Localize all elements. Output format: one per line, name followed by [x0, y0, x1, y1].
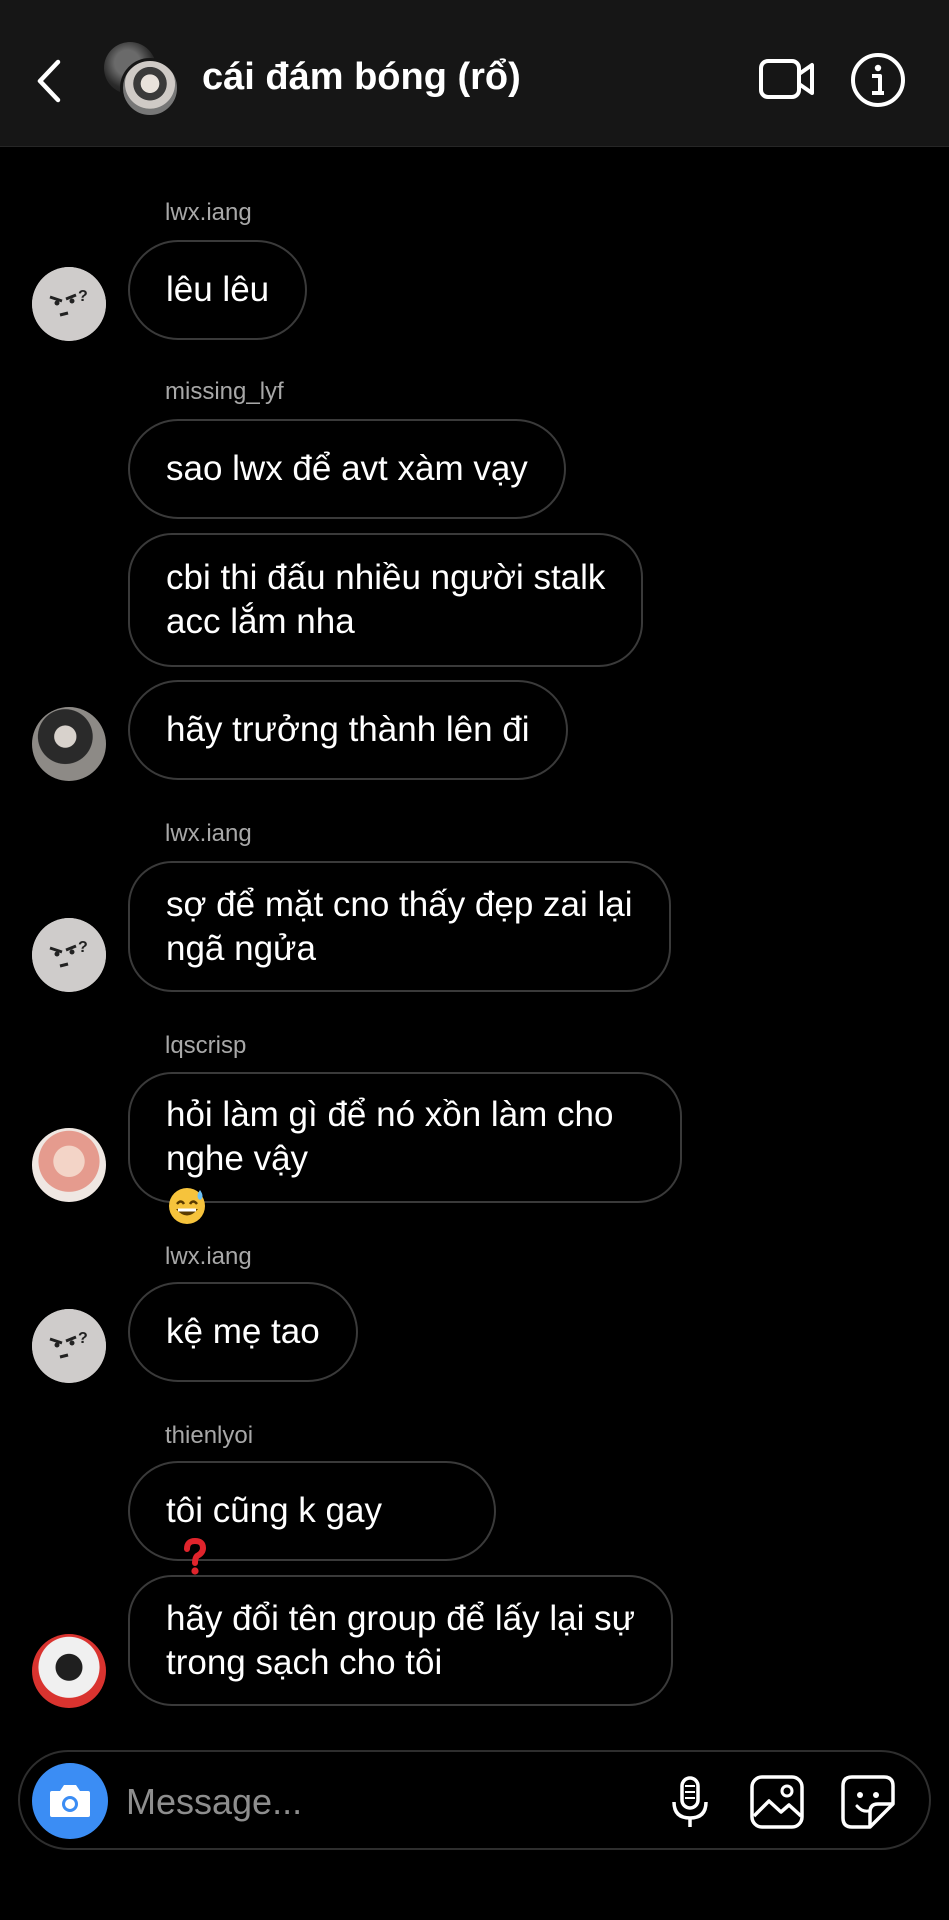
sender-name: lwx.iang — [165, 820, 252, 847]
message-text: cbi thi đấu nhiều người stalk acc lắm nh… — [166, 558, 606, 641]
microphone-icon[interactable] — [660, 1772, 720, 1832]
sender-name: lwx.iang — [165, 199, 252, 226]
message-bubble[interactable]: hãy trưởng thành lên đi — [128, 680, 568, 780]
image-gallery-icon[interactable] — [747, 1772, 807, 1832]
message-composer — [18, 1750, 931, 1850]
svg-text:?: ? — [78, 288, 88, 305]
message-bubble[interactable]: hỏi làm gì để nó xồn làm cho nghe vậy — [128, 1072, 682, 1224]
message-text: hãy trưởng thành lên đi — [166, 710, 530, 749]
sender-name: missing_lyf — [165, 378, 284, 405]
message-text: kệ mẹ tao — [166, 1312, 320, 1351]
chat-header: cái đám bóng (rổ) — [0, 0, 949, 147]
chat-title[interactable]: cái đám bóng (rổ) — [202, 56, 521, 99]
chevron-left-icon[interactable] — [30, 56, 70, 106]
svg-text:?: ? — [78, 1330, 88, 1347]
avatar[interactable] — [32, 707, 106, 781]
member-avatar-front — [120, 58, 180, 118]
group-avatar[interactable] — [104, 42, 184, 122]
avatar[interactable]: ? — [32, 1309, 106, 1383]
avatar[interactable] — [32, 1634, 106, 1708]
message-input[interactable] — [124, 1776, 648, 1828]
message-text-wrap: hỏi làm gì để nó xồn làm cho nghe vậy — [166, 1049, 613, 1226]
message-bubble[interactable]: sao lwx để avt xàm vạy — [128, 419, 566, 519]
video-camera-icon[interactable] — [758, 56, 816, 102]
meme-face-icon: ? — [32, 267, 106, 341]
camera-icon — [50, 1785, 90, 1817]
message-text: hỏi làm gì để nó xồn làm cho nghe vậy — [166, 1095, 614, 1179]
avatar[interactable]: ? — [32, 918, 106, 992]
message-text: sợ để mặt cno thấy đẹp zai lại ngã ngửa — [166, 884, 633, 968]
message-bubble[interactable]: sợ để mặt cno thấy đẹp zai lại ngã ngửa — [128, 861, 671, 992]
message-text: lêu lêu — [166, 270, 270, 309]
message-bubble[interactable]: cbi thi đấu nhiều người stalk acc lắm nh… — [128, 533, 644, 667]
camera-button[interactable] — [32, 1763, 108, 1839]
message-bubble[interactable]: tôi cũng k gay — [128, 1461, 496, 1575]
message-bubble[interactable]: hãy đổi tên group để lấy lại sự trong sạ… — [128, 1575, 673, 1706]
message-bubble[interactable]: lêu lêu — [128, 240, 308, 340]
avatar[interactable]: ? — [32, 267, 106, 341]
sticker-icon[interactable] — [838, 1772, 898, 1832]
sender-name: lwx.iang — [165, 1243, 252, 1270]
message-text: tôi cũng k gay — [166, 1491, 382, 1530]
avatar[interactable] — [32, 1128, 106, 1202]
message-text: hãy đổi tên group để lấy lại sự trong sạ… — [166, 1598, 635, 1682]
message-text: sao lwx để avt xàm vạy — [166, 449, 528, 488]
message-bubble[interactable]: kệ mẹ tao — [128, 1282, 358, 1382]
red-question-mark-emoji-icon — [184, 1537, 207, 1575]
message-text-wrap: tôi cũng k gay — [166, 1445, 382, 1577]
meme-face-icon: ? — [32, 918, 106, 992]
sweat-smile-emoji-icon — [169, 1187, 205, 1224]
info-icon[interactable] — [850, 52, 906, 108]
meme-face-icon: ? — [32, 1309, 106, 1383]
svg-text:?: ? — [78, 939, 88, 956]
